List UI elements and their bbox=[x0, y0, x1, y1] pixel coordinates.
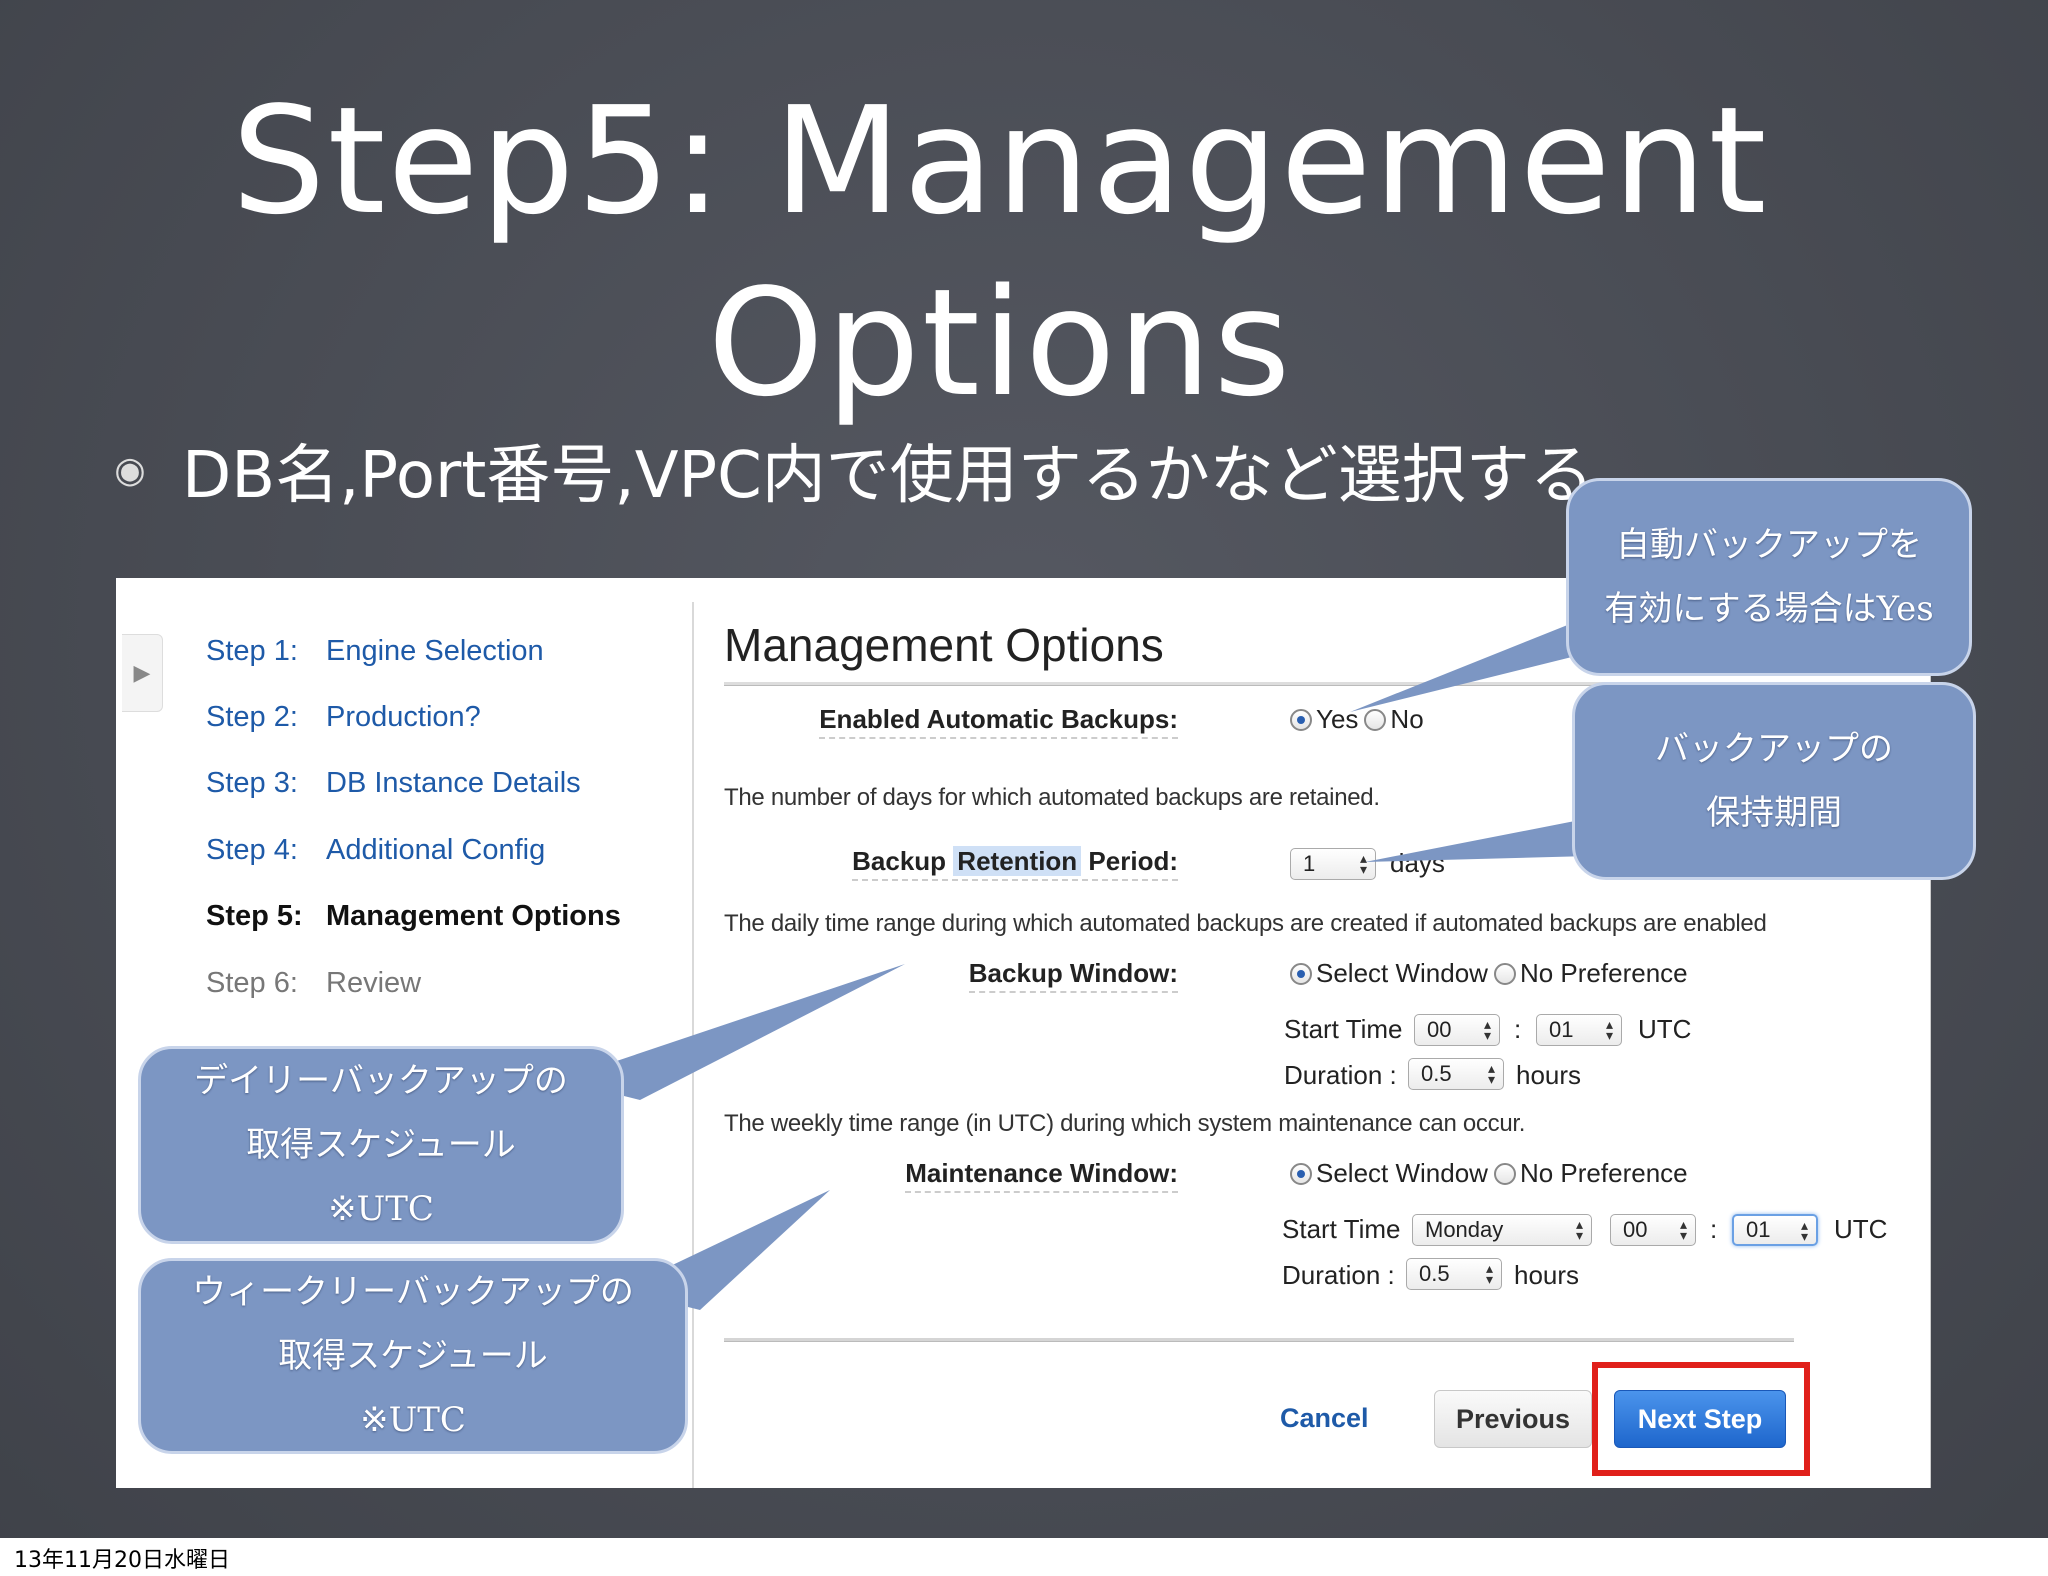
backup-window-label: Backup Window: bbox=[968, 958, 1178, 993]
maint-start-hour-select[interactable]: 00 ▴ ▾ bbox=[1610, 1214, 1696, 1246]
maint-start-minute-select[interactable]: 01 ▴ ▾ bbox=[1732, 1214, 1818, 1246]
previous-button[interactable]: Previous bbox=[1434, 1390, 1592, 1448]
backup-duration-select[interactable]: 0.5 ▴ ▾ bbox=[1408, 1058, 1504, 1090]
radio-no-preference[interactable] bbox=[1493, 1162, 1516, 1185]
maint-start-time-label: Start Time bbox=[1282, 1214, 1401, 1244]
backup-window-radio-group: Select Window No Preference bbox=[1290, 958, 1694, 989]
radio-yes[interactable] bbox=[1290, 708, 1312, 731]
step-nav-item-1[interactable]: Step 1: Engine Selection bbox=[206, 618, 706, 684]
backup-duration-unit: hours bbox=[1516, 1060, 1582, 1090]
bullet-text: DB名,Port番号,VPC内で使用するかなど選択する bbox=[182, 439, 1594, 513]
backup-start-time-label: Start Time bbox=[1284, 1014, 1403, 1044]
cancel-button[interactable]: Cancel bbox=[1274, 1402, 1375, 1435]
maint-select-window-option[interactable]: Select Window bbox=[1290, 1158, 1488, 1189]
slide-title-line1: Step5: Management bbox=[231, 75, 1769, 247]
select-arrows-icon: ▴ ▾ bbox=[1483, 1016, 1491, 1043]
step-nav-item-4[interactable]: Step 4: Additional Config bbox=[206, 817, 706, 883]
backup-duration-label: Duration : bbox=[1284, 1060, 1397, 1090]
step-nav-item-3[interactable]: Step 3: DB Instance Details bbox=[206, 751, 706, 817]
time-separator: : bbox=[1710, 1214, 1718, 1244]
callout-auto-backup: 自動バックアップを 有効にする場合はYes bbox=[1566, 478, 1972, 676]
select-arrows-icon: ▴ ▾ bbox=[1359, 850, 1367, 877]
callout-retention: バックアップの 保持期間 bbox=[1572, 682, 1976, 880]
maintenance-window-description: The weekly time range (in UTC) during wh… bbox=[724, 1110, 1526, 1137]
callout-daily-schedule: デイリーバックアップの 取得スケジュール ※UTC bbox=[138, 1046, 624, 1244]
maintenance-window-label: Maintenance Window: bbox=[905, 1158, 1178, 1193]
form-bottom-divider bbox=[724, 1338, 1794, 1342]
next-step-highlight-box bbox=[1592, 1362, 1810, 1476]
maint-duration-select[interactable]: 0.5 ▴ ▾ bbox=[1406, 1258, 1502, 1290]
select-arrows-icon: ▴ ▾ bbox=[1800, 1217, 1808, 1244]
backup-start-hour-select[interactable]: 00 ▴ ▾ bbox=[1414, 1014, 1500, 1046]
retention-unit: days bbox=[1390, 848, 1445, 878]
select-arrows-icon: ▴ ▾ bbox=[1575, 1216, 1583, 1243]
radio-select-window[interactable] bbox=[1290, 962, 1312, 985]
auto-backups-radio-group: Yes No bbox=[1290, 704, 1430, 735]
radio-no-preference[interactable] bbox=[1493, 962, 1516, 985]
step-nav-item-2[interactable]: Step 2: Production? bbox=[206, 684, 706, 750]
slide-title-line2: Options bbox=[707, 257, 1293, 429]
sidebar-divider bbox=[692, 602, 694, 1488]
select-arrows-icon: ▴ ▾ bbox=[1605, 1016, 1613, 1043]
expand-sidebar-icon[interactable]: ▶ bbox=[122, 634, 163, 712]
radio-select-window[interactable] bbox=[1290, 1162, 1312, 1185]
retention-label: Backup Retention Period: bbox=[852, 846, 1178, 881]
radio-no[interactable] bbox=[1364, 708, 1387, 731]
auto-backups-label: Enabled Automatic Backups: bbox=[819, 704, 1178, 739]
maintenance-window-radio-group: Select Window No Preference bbox=[1290, 1158, 1694, 1189]
select-arrows-icon: ▴ ▾ bbox=[1679, 1216, 1687, 1243]
date-footer-bar bbox=[0, 1538, 2048, 1576]
retention-description: The number of days for which automated b… bbox=[724, 784, 1380, 811]
backup-timezone: UTC bbox=[1638, 1014, 1692, 1044]
maint-duration-label: Duration : bbox=[1282, 1260, 1395, 1290]
backup-select-window-option[interactable]: Select Window bbox=[1290, 958, 1488, 989]
bullet-icon: ◉ bbox=[114, 449, 146, 491]
backup-window-description: The daily time range during which automa… bbox=[724, 910, 1767, 937]
form-title: Management Options bbox=[724, 619, 1164, 671]
maint-no-preference-option[interactable]: No Preference bbox=[1493, 1158, 1688, 1189]
maint-timezone: UTC bbox=[1834, 1214, 1888, 1244]
maint-duration-unit: hours bbox=[1514, 1260, 1580, 1290]
step-nav-item-6: Step 6: Review bbox=[206, 966, 422, 999]
callout-weekly-schedule: ウィークリーバックアップの 取得スケジュール ※UTC bbox=[138, 1258, 688, 1454]
backup-start-minute-select[interactable]: 01 ▴ ▾ bbox=[1536, 1014, 1622, 1046]
step-nav-item-5-current: Step 5: Management Options bbox=[206, 900, 621, 933]
retention-highlight: Retention bbox=[953, 846, 1082, 876]
time-separator: : bbox=[1514, 1014, 1522, 1044]
select-arrows-icon: ▴ ▾ bbox=[1487, 1060, 1495, 1087]
slide-title: Step5: Management Options bbox=[0, 70, 2000, 434]
bullet-item: ◉ DB名,Port番号,VPC内で使用するかなど選択する bbox=[110, 430, 1594, 513]
backup-no-preference-option[interactable]: No Preference bbox=[1493, 958, 1688, 989]
step-nav: Step 1: Engine Selection Step 2: Productio… bbox=[206, 618, 706, 1016]
auto-backups-yes-option[interactable]: Yes bbox=[1290, 704, 1358, 735]
select-arrows-icon: ▴ ▾ bbox=[1485, 1260, 1493, 1287]
date-footer: 13年11月20日水曜日 bbox=[14, 1548, 230, 1573]
auto-backups-no-option[interactable]: No bbox=[1364, 704, 1424, 735]
maint-start-day-select[interactable]: Monday ▴ ▾ bbox=[1412, 1214, 1592, 1246]
retention-select[interactable]: 1 ▴ ▾ bbox=[1290, 848, 1376, 880]
